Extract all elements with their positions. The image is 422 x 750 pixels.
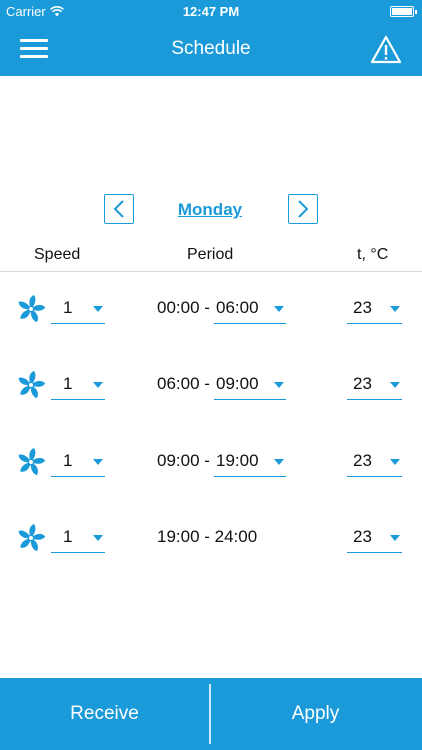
dropdown-caret-icon: [93, 306, 103, 312]
speed-dropdown[interactable]: 1: [51, 294, 105, 324]
day-navigator: Monday: [0, 192, 422, 226]
receive-button[interactable]: Receive: [0, 678, 209, 750]
speed-dropdown[interactable]: 1: [51, 447, 105, 477]
period-end-dropdown[interactable]: 09:00: [214, 370, 286, 400]
temp-value: 23: [353, 298, 372, 317]
chevron-left-icon: [113, 200, 124, 218]
next-day-button[interactable]: [288, 194, 318, 224]
dropdown-caret-icon: [93, 459, 103, 465]
day-label[interactable]: Monday: [140, 200, 280, 220]
period-start: 06:00 -: [157, 374, 210, 393]
dropdown-caret-icon: [390, 306, 400, 312]
period-end-value: 06:00: [216, 298, 259, 317]
dropdown-caret-icon: [93, 382, 103, 388]
schedule-row: 1 19:00 - 24:00 23: [0, 519, 422, 559]
schedule-row: 1 09:00 - 19:00 23: [0, 443, 422, 483]
speed-value: 1: [63, 298, 73, 317]
schedule-row: 1 00:00 - 06:00 23: [0, 290, 422, 330]
temp-dropdown[interactable]: 23: [347, 447, 402, 477]
period-start: 09:00 -: [157, 451, 210, 470]
temp-value: 23: [353, 451, 372, 470]
bottom-action-bar: Receive Apply: [0, 678, 422, 750]
fan-icon: [18, 524, 46, 552]
warning-triangle-icon[interactable]: [370, 34, 402, 66]
period-end-dropdown[interactable]: 06:00: [214, 294, 286, 324]
speed-value: 1: [63, 374, 73, 393]
temp-dropdown[interactable]: 23: [347, 523, 402, 553]
speed-header: Speed: [34, 246, 81, 263]
status-time: 12:47 PM: [182, 4, 240, 19]
dropdown-caret-icon: [274, 382, 284, 388]
speed-value: 1: [63, 527, 73, 546]
period-static: 19:00 - 24:00: [157, 527, 258, 546]
period-end-value: 19:00: [216, 451, 259, 470]
temp-value: 23: [353, 374, 372, 393]
dropdown-caret-icon: [390, 382, 400, 388]
fan-icon: [18, 295, 46, 323]
speed-dropdown[interactable]: 1: [51, 523, 105, 553]
apply-button[interactable]: Apply: [211, 678, 420, 750]
period-header: Period: [187, 246, 234, 263]
period-end-value: 09:00: [216, 374, 259, 393]
period-end-dropdown[interactable]: 19:00: [214, 447, 286, 477]
chevron-right-icon: [298, 200, 309, 218]
column-headers: Speed Period t, °C: [0, 244, 422, 272]
page-title: Schedule: [171, 38, 251, 59]
speed-value: 1: [63, 451, 73, 470]
prev-day-button[interactable]: [104, 194, 134, 224]
dropdown-caret-icon: [390, 535, 400, 541]
temp-value: 23: [353, 527, 372, 546]
status-bar: Carrier 12:47 PM: [0, 0, 422, 24]
fan-icon: [18, 448, 46, 476]
dropdown-caret-icon: [274, 459, 284, 465]
battery-icon: [390, 6, 417, 17]
period-start: 00:00 -: [157, 298, 210, 317]
temp-dropdown[interactable]: 23: [347, 294, 402, 324]
temp-dropdown[interactable]: 23: [347, 370, 402, 400]
dropdown-caret-icon: [274, 306, 284, 312]
temp-header: t, °C: [357, 246, 389, 263]
dropdown-caret-icon: [390, 459, 400, 465]
schedule-row: 1 06:00 - 09:00 23: [0, 366, 422, 406]
nav-bar: Schedule: [0, 24, 422, 76]
speed-dropdown[interactable]: 1: [51, 370, 105, 400]
dropdown-caret-icon: [93, 535, 103, 541]
fan-icon: [18, 371, 46, 399]
